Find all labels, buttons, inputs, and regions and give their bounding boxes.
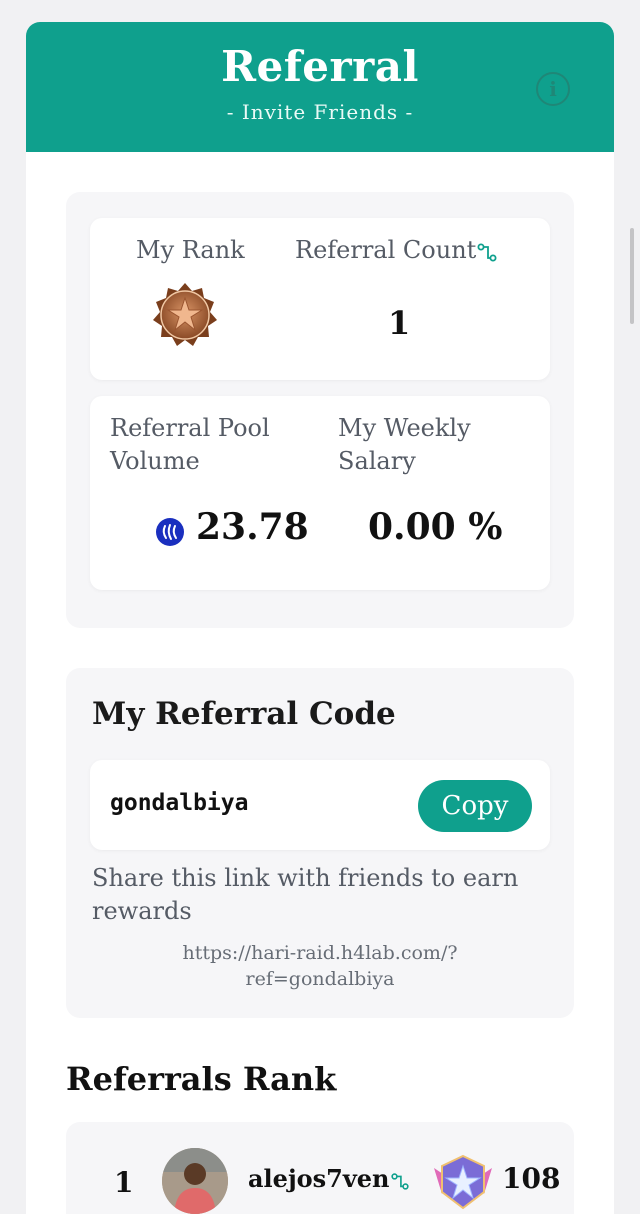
avatar-image [162, 1148, 228, 1214]
page-title: Referral [221, 42, 419, 91]
header-banner: Referral - Invite Friends - i [26, 22, 614, 152]
weekly-salary-label: My Weekly Salary [338, 414, 471, 475]
pool-salary-box: Referral Pool Volume My Weekly Salary 23… [90, 396, 550, 590]
weekly-salary-value: 0.00 % [368, 506, 503, 548]
pool-volume-label: Referral Pool Volume [110, 414, 270, 475]
silver-star-badge-icon [434, 1154, 492, 1210]
page-subtitle: - Invite Friends - [226, 100, 414, 124]
referral-username-text: alejos7ven [248, 1164, 390, 1193]
referral-link-icon [477, 243, 497, 261]
steem-icon [156, 518, 184, 546]
share-instructions: Share this link with friends to earn rew… [92, 864, 519, 925]
referral-code-panel: My Referral Code gondalbiya Copy Share t… [66, 668, 574, 1018]
pool-volume-value: 23.78 [196, 506, 309, 548]
referral-code-box: gondalbiya Copy [90, 760, 550, 850]
my-rank-label: My Rank [136, 236, 245, 264]
info-icon[interactable]: i [536, 72, 570, 106]
referrals-rank-heading: Referrals Rank [66, 1060, 337, 1098]
share-link-line2: ref=gondalbiya [245, 968, 395, 990]
stats-panel: My Rank Referral Count 1 Referral Pool V… [66, 192, 574, 628]
table-row[interactable]: 1 alejos7ven 108 [66, 1122, 574, 1214]
referral-count-label: Referral Count [295, 234, 498, 267]
referral-count-value: 1 [388, 304, 411, 342]
rank-position: 1 [114, 1166, 134, 1199]
referral-code-value: gondalbiya [110, 790, 249, 816]
referral-count-label-text: Referral Count [295, 236, 477, 264]
referral-score: 108 [502, 1162, 561, 1195]
bronze-star-badge-icon [153, 283, 217, 346]
referral-link-icon [390, 1172, 409, 1190]
page-scrollbar[interactable] [630, 228, 634, 324]
copy-button[interactable]: Copy [418, 780, 532, 832]
rank-count-box: My Rank Referral Count 1 [90, 218, 550, 380]
referral-card: Referral - Invite Friends - i My Rank Re… [26, 22, 614, 1214]
referral-username[interactable]: alejos7ven [248, 1164, 410, 1193]
referral-code-heading: My Referral Code [92, 696, 396, 732]
avatar [162, 1148, 228, 1214]
share-link[interactable]: https://hari-raid.h4lab.com/? ref=gondal… [66, 940, 574, 992]
share-link-line1: https://hari-raid.h4lab.com/? [182, 942, 458, 964]
